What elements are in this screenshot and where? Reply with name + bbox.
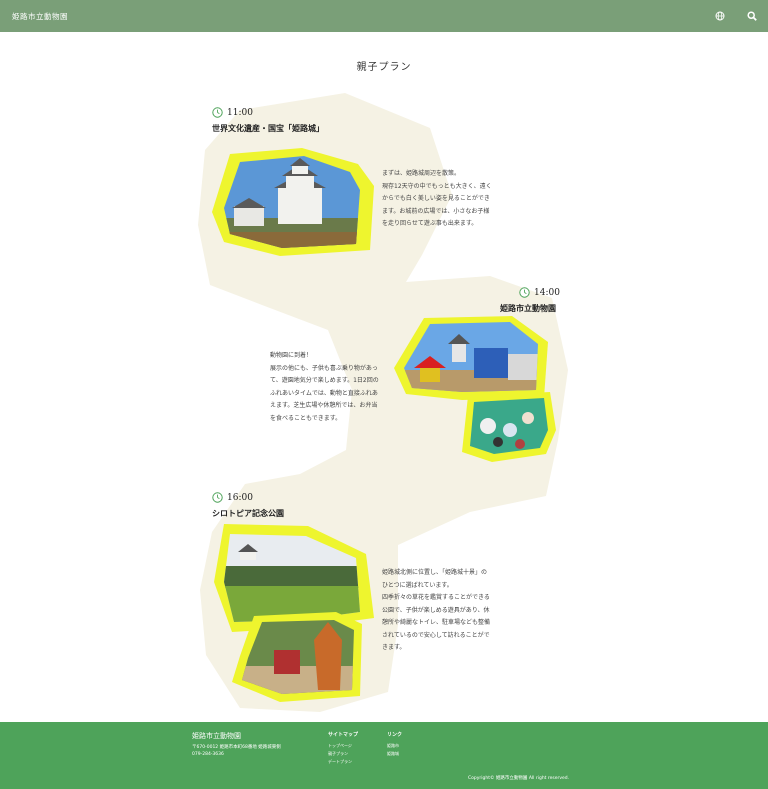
- description-line: されているので安心して訪れることがで: [382, 631, 490, 639]
- description-line: ひとつに選ばれています。: [382, 581, 453, 589]
- footer-link-top[interactable]: トップページ: [328, 743, 352, 749]
- description-line: きます。: [382, 644, 406, 651]
- plan-time-2: 14:00: [519, 287, 560, 298]
- footer-sitemap-title: サイトマップ: [328, 732, 359, 738]
- plan-description-3: 姫路城北側に位置し、「姫路城十景」の ひとつに選ばれています。 四季折々の草花を…: [382, 567, 490, 655]
- description-line: ます。お城前の広場では、小さなお子様: [382, 207, 490, 215]
- description-line: 四季折々の草花を鑑賞することができる: [382, 594, 490, 601]
- spot-name: 世界文化遺産・国宝「姫路城」: [212, 123, 324, 133]
- park-playground-photo: [232, 612, 362, 702]
- description-line: 動物園に到着！: [270, 352, 313, 359]
- description-line: 姫路城北側に位置し、「姫路城十景」の: [382, 569, 488, 576]
- description-line: まずは、姫路城周辺を散策。: [382, 170, 461, 177]
- himeji-castle-photo: [212, 148, 374, 256]
- copyright: Copyright© 姫路市立動物園 All right reserved.: [468, 776, 570, 781]
- footer-site-name: 姫路市立動物園: [192, 732, 241, 740]
- footer-link-himeji-castle[interactable]: 姫路城: [387, 751, 399, 757]
- description-line: 展示の他にも、子供も喜ぶ乗り物があっ: [270, 364, 378, 372]
- footer-link-date-plan[interactable]: デートプラン: [328, 759, 352, 765]
- footer-link-family-plan[interactable]: 親子プラン: [328, 751, 348, 757]
- plan-description-2: 動物園に到着！ 展示の他にも、子供も喜ぶ乗り物があっ て、遊園地気分で楽しめます…: [270, 350, 379, 425]
- description-line: 憩所や綺麗なトイレ、駐車場なども整備: [382, 619, 491, 626]
- plan-description-1: まずは、姫路城周辺を散策。 現存12天守の中でもっとも大きく、遠く からでも白く…: [382, 168, 492, 231]
- footer-address-block: 〒670-0012 姫路市本町68番地 姫路城東側 079-284-3636: [192, 744, 281, 758]
- footer-link-himeji-city[interactable]: 姫路市: [387, 743, 399, 749]
- spot-name: シロトピア記念公園: [212, 508, 284, 518]
- clock-icon: [212, 107, 223, 118]
- time-text: 11:00: [227, 107, 253, 118]
- time-text: 16:00: [227, 492, 253, 503]
- footer-links-title: リンク: [387, 732, 403, 738]
- description-line: て、遊園地気分で楽しめます。1日2回の: [270, 377, 379, 384]
- time-text: 14:00: [534, 287, 560, 298]
- description-line: からでも白く美しい姿を見ることができ: [382, 195, 490, 202]
- footer-tel: 079-284-3636: [192, 752, 224, 757]
- site-footer: 姫路市立動物園 〒670-0012 姫路市本町68番地 姫路城東側 079-28…: [0, 722, 768, 789]
- clock-icon: [212, 492, 223, 503]
- plan-time-1: 11:00: [212, 107, 253, 118]
- zoo-animal-touch-photo: [462, 392, 556, 462]
- footer-address: 〒670-0012 姫路市本町68番地 姫路城東側: [192, 745, 281, 750]
- plan-time-3: 16:00: [212, 492, 253, 503]
- description-line: を走り回らせて遊ぶ事も出来ます。: [382, 220, 478, 227]
- description-line: を食べることもできます。: [270, 414, 342, 422]
- clock-icon: [519, 287, 530, 298]
- description-line: 現存12天守の中でもっとも大きく、遠く: [382, 182, 492, 190]
- background-blob: [198, 93, 568, 712]
- description-line: えます。芝生広場や休憩所では、お弁当: [270, 402, 378, 409]
- description-line: ふれあいタイムでは、動物と直接ふれあ: [270, 389, 378, 397]
- description-line: 公園で、子供が楽しめる遊具があり、休: [382, 606, 490, 614]
